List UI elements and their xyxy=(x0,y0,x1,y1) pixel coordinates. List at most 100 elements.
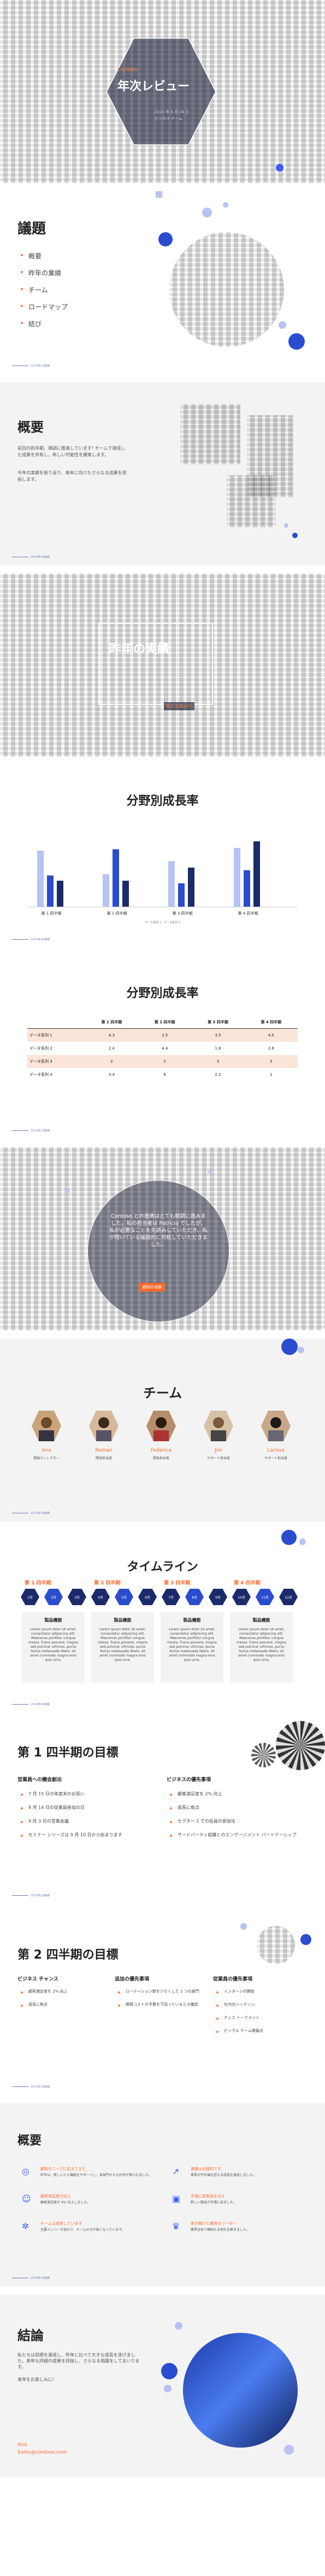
conclusion-title: 結論 xyxy=(17,2328,44,2343)
avatar xyxy=(146,1411,176,1441)
table-cell: データ系列 3 xyxy=(29,1059,52,1064)
contact-name: Ana xyxy=(17,2442,27,2448)
summary-text: 昨年は、新しい人と機能をサポートし、各部門からも好評が得られました。 xyxy=(40,2173,152,2177)
card-title: 製品機能 xyxy=(252,1618,270,1623)
slide-team: チーム Ana 開発ディレクター Roman 開発担当者 Federica 開発… xyxy=(0,1339,325,1522)
card-text: Lorem ipsum dolor sit amet, consectetur … xyxy=(237,1628,286,1662)
slide-footer: 2024年の実績 xyxy=(12,555,50,559)
chart-bar xyxy=(113,849,119,907)
results-frame xyxy=(98,623,213,705)
quarter-label: 第 2 四半期 xyxy=(94,1581,121,1586)
decor-dot xyxy=(164,2385,172,2392)
chart-bar xyxy=(244,870,250,907)
goal-item: 成長に焦点 xyxy=(170,1805,304,1811)
agenda-item: ロードマップ xyxy=(21,302,68,311)
summary-text: 主要メンバーが加わり、チームの力が強くなっています。 xyxy=(40,2228,125,2232)
chart-category-label: 第 2 四半期 xyxy=(107,911,127,916)
summary-heading: 顧客のニーズに応えてきた xyxy=(40,2167,86,2171)
slide-overview: 概要 前回の四半期、順調に推進しています! チームで達成した成果を共有し、新しい… xyxy=(0,382,325,565)
slide-growth-table: 分野別成長率 第 1 四半期 第 2 四半期 第 3 四半期 第 4 四半期 デ… xyxy=(0,956,325,1139)
month-hexagon: 3月 xyxy=(68,1589,86,1605)
goal-item: ピックル ゲーム開催点 xyxy=(216,2028,298,2033)
chart-bar xyxy=(178,883,185,907)
decor-dot xyxy=(292,533,298,538)
contact-email[interactable]: Sales@contoso.com xyxy=(17,2450,67,2455)
summary-item: ♛ 差が開けた業界のリーダー 業界全体で確固たる地位を築きました。 xyxy=(172,2221,303,2232)
slide-footer: 2024年の実績 xyxy=(12,1894,50,1897)
timeline-card: 製品機能 Lorem ipsum dolor sit amet, consect… xyxy=(91,1612,154,1683)
summary-item: ↗ 実績は記録的です 業界の平均値を超える成長を達成しました。 xyxy=(172,2166,303,2178)
growth-table: 第 1 四半期 第 2 四半期 第 3 四半期 第 4 四半期 データ系列 1 … xyxy=(27,1016,298,1081)
table-cell: 3.4 xyxy=(108,1072,115,1077)
month-hexagon: 6月 xyxy=(138,1589,157,1605)
people-icon: ✲ xyxy=(22,2221,29,2231)
table-cell: 1.8 xyxy=(215,1046,221,1051)
member-role: サポート担当者 xyxy=(206,1457,230,1460)
member-role: 開発担当者 xyxy=(152,1457,169,1460)
table-cell: 4.3 xyxy=(108,1033,115,1038)
q2-col-list: ローテーション数を少なくした 2 つの部門 開発コストが予算を下回っているとき確… xyxy=(118,1989,200,2015)
avatar xyxy=(89,1411,119,1441)
summary-item: ▣ 市場に新製品を出す 新しい製品が市場に出ました。 xyxy=(172,2194,303,2205)
goal-item: セミナー シリーズは 9 月 10 日から始まります xyxy=(21,1832,152,1838)
slide-title: Contoso 年次レビュー 2024 年 6 月 24 日 ビジネス チーム xyxy=(0,0,325,183)
agenda-list: 概要 昨年の業績 チーム ロードマップ 結び xyxy=(21,251,68,336)
q1-right-list: 顧客満足度を 2% 向上 成長に焦点 セクター 2 での役員の参加化 サードパー… xyxy=(170,1791,304,1846)
goal-item: ローテーション数を少なくした 2 つの部門 xyxy=(118,1989,200,1994)
decor-dot xyxy=(64,1188,70,1194)
quote-button[interactable]: 顧客の体験 xyxy=(139,1283,165,1292)
decor-dot xyxy=(202,208,212,217)
chart-title: 分野別成長率 xyxy=(126,794,199,808)
results-subtitle: 新たな高みへ xyxy=(164,702,194,710)
table-cell: 5 xyxy=(270,1059,273,1064)
presentation-date: 2024 年 6 月 24 日 xyxy=(155,110,190,114)
card-text: Lorem ipsum dolor sit amet, consectetur … xyxy=(28,1628,78,1662)
table-header xyxy=(27,1016,85,1029)
month-hexagon: 5月 xyxy=(115,1589,133,1605)
summary-item: ◎ 顧客のニーズに応えてきた 昨年は、新しい人と機能をサポートし、各部門からも好… xyxy=(22,2166,153,2178)
chart-bar xyxy=(253,841,260,907)
avatar xyxy=(32,1411,61,1441)
table-cell: 1 xyxy=(270,1072,273,1077)
member-name: Ana xyxy=(42,1448,51,1453)
card-text: Lorem ipsum dolor sit amet, consectetur … xyxy=(167,1628,217,1662)
slide-conclusion: 結論 私たちは目標を達成し、昨年に比べて大きな成長を遂げました。来年も同様の成果… xyxy=(0,2295,325,2478)
q1-left-list: 7 月 15 日の年度末のお祝い 8 月 14 日の従業員参加の日 9 月 3 … xyxy=(21,1791,152,1846)
table-cell: 3 xyxy=(216,1059,220,1064)
slide-growth-chart: 分野別成長率 第 1 四半期 第 2 四半期 第 3 四半期 第 4 四半期 データ系… xyxy=(0,765,325,948)
q1-title: 第 1 四半期の目標 xyxy=(17,1746,119,1760)
summary-heading: 実績は記録的です xyxy=(191,2167,221,2171)
q2-col-heading: 追加の優先事項 xyxy=(115,1977,150,1982)
member-name: Larissa xyxy=(267,1448,285,1453)
slide-footer: 2024年の実績 xyxy=(12,364,50,368)
timeline-title: タイムライン xyxy=(127,1560,198,1574)
table-cell: 2.2 xyxy=(215,1072,221,1077)
building-photo-circle xyxy=(183,2333,298,2448)
slide-timeline: タイムライン 第 1 四半期 第 2 四半期 第 3 四半期 第 4 四半期 1… xyxy=(0,1530,325,1713)
building-photo xyxy=(180,404,240,464)
quote-circle xyxy=(87,1180,229,1322)
conclusion-text: 私たちは目標を達成し、昨年に比べて大きな成長を遂げました。来年も同様の成果を目指… xyxy=(17,2353,140,2369)
goal-item: 顧客満足度を 2% 向上 xyxy=(170,1791,304,1797)
q2-col-heading: 従業員の優先事項 xyxy=(213,1977,253,1982)
table-cell: 4.5 xyxy=(268,1033,274,1038)
chart-icon: ↗ xyxy=(172,2166,180,2177)
avatar xyxy=(204,1411,233,1441)
chart-bar xyxy=(234,848,240,907)
slide-footer: 2024年の実績 xyxy=(12,938,50,941)
decor-dot xyxy=(158,232,173,246)
table-header-row: 第 1 四半期 第 2 四半期 第 3 四半期 第 4 四半期 xyxy=(27,1016,298,1029)
chart-bar xyxy=(57,881,63,907)
decor-dot xyxy=(240,1923,247,1930)
decor-dot xyxy=(281,1339,298,1355)
summary-item: ✲ チームは成長しています 主要メンバーが加わり、チームの力が強くなっています。 xyxy=(22,2221,153,2232)
decor-dot xyxy=(208,1169,212,1174)
table-cell: 6 xyxy=(163,1072,166,1077)
summary-heading: 市場に新製品を出す xyxy=(191,2194,225,2198)
goal-item: 開発コストが予算を下回っているとき確認 xyxy=(118,2002,200,2007)
table-cell: 2.4 xyxy=(108,1046,115,1051)
summary-heading: 顧客満足度が向上 xyxy=(40,2194,71,2198)
agenda-item: 昨年の業績 xyxy=(21,268,68,278)
table-cell: 2.8 xyxy=(268,1046,274,1051)
team-name: ビジネス チーム xyxy=(155,116,183,121)
